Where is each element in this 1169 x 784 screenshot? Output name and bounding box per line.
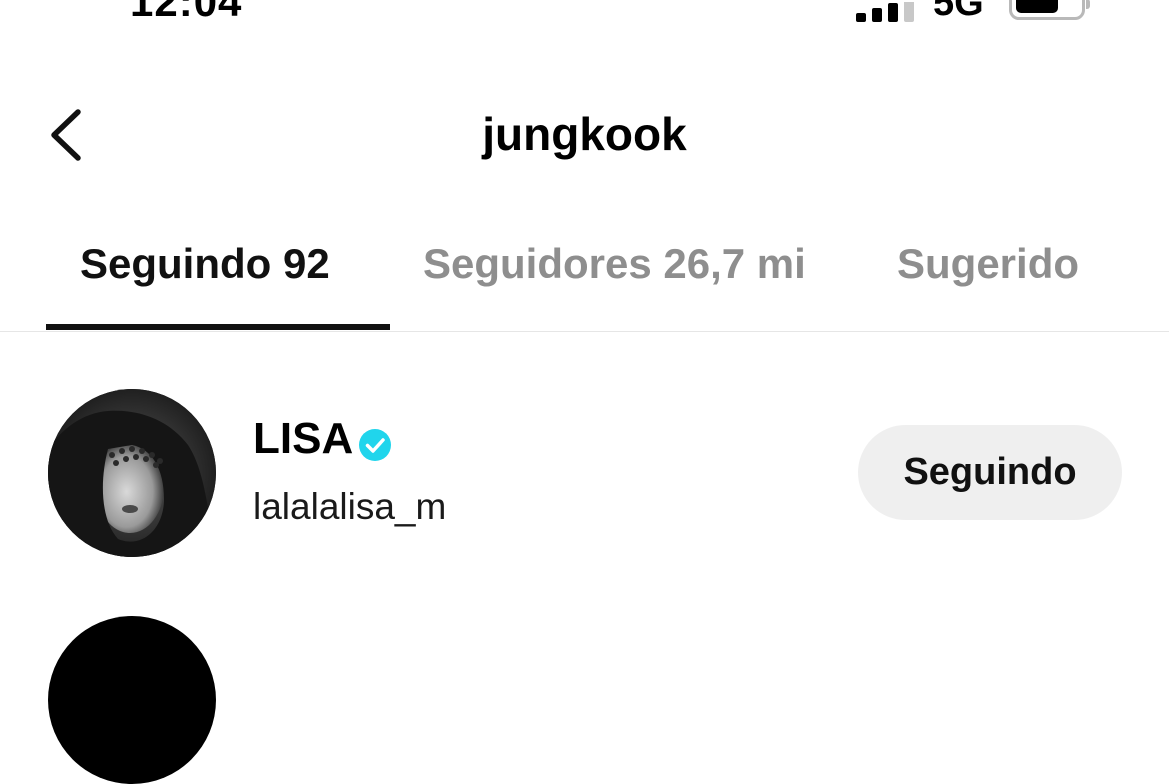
page-title: jungkook (482, 108, 687, 160)
tab-following[interactable]: Seguindo 92 (80, 240, 330, 288)
status-time: 12:04 (130, 0, 243, 25)
following-button[interactable]: Seguindo (858, 425, 1122, 520)
signal-icon (856, 2, 914, 22)
username[interactable]: lalalalisa_m (253, 486, 446, 528)
tab-followers[interactable]: Seguidores 26,7 mi (423, 240, 806, 288)
tab-suggested[interactable]: Sugerido (897, 240, 1079, 288)
display-name[interactable]: LISA (253, 414, 353, 464)
battery-icon (1009, 0, 1090, 20)
list-item[interactable]: LISA lalalalisa_m Seguindo (0, 388, 1169, 558)
list-item[interactable] (0, 616, 1169, 784)
avatar[interactable] (48, 616, 216, 784)
avatar[interactable] (48, 389, 216, 557)
network-label: 5G (933, 0, 984, 24)
verified-badge-icon (359, 429, 391, 461)
tab-bar: Seguindo 92 Seguidores 26,7 mi Sugerido (0, 236, 1169, 332)
active-tab-indicator (46, 324, 390, 330)
